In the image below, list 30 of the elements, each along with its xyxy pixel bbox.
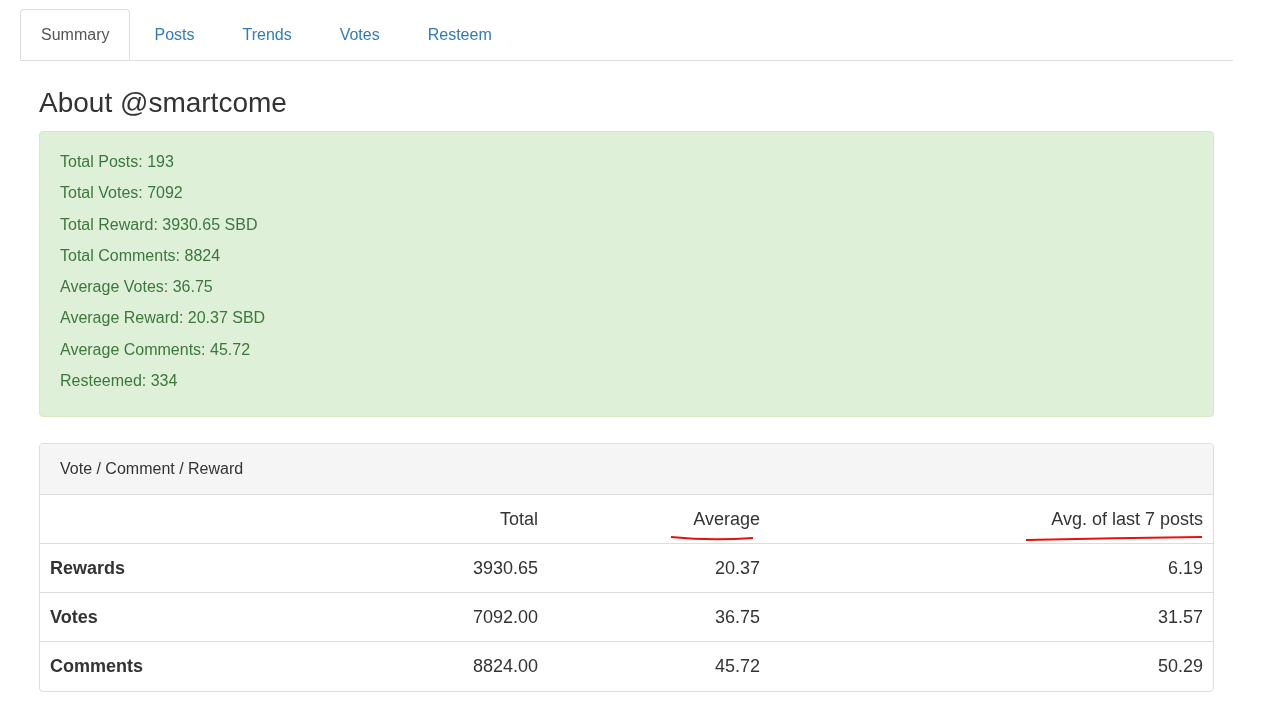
tab[interactable]: Posts bbox=[130, 9, 219, 60]
table-cell: 31.57 bbox=[1157, 606, 1203, 627]
tab[interactable]: Trends bbox=[218, 9, 316, 60]
column-header: Avg. of last 7 posts bbox=[1051, 505, 1203, 533]
table-cell: 7092.00 bbox=[472, 606, 538, 627]
page-heading: About @smartcome bbox=[39, 87, 288, 119]
stat-line: Total Posts: 193 bbox=[60, 152, 174, 172]
stat-line: Total Votes: 7092 bbox=[60, 183, 183, 204]
column-header: Average bbox=[693, 505, 760, 533]
row-label: Comments bbox=[50, 656, 143, 677]
tab[interactable]: Votes bbox=[315, 9, 404, 60]
row-label: Rewards bbox=[50, 557, 126, 578]
panel-title: Vote / Comment / Reward bbox=[60, 459, 244, 480]
tab[interactable]: Summary bbox=[20, 9, 131, 60]
stat-line: Total Reward: 3930.65 SBD bbox=[60, 214, 258, 235]
stat-line: Average Votes: 36.75 bbox=[60, 277, 213, 298]
stat-line: Resteemed: 334 bbox=[60, 371, 178, 392]
stat-line: Average Comments: 45.72 bbox=[60, 339, 251, 360]
table-cell: 50.29 bbox=[1157, 656, 1203, 677]
tab[interactable]: Resteem bbox=[403, 9, 516, 60]
table-cell: 45.72 bbox=[714, 656, 760, 677]
table-cell: 20.37 bbox=[714, 557, 760, 578]
stat-line: Average Reward: 20.37 SBD bbox=[60, 308, 266, 329]
table-cell: 3930.65 bbox=[472, 557, 538, 578]
table-cell: 36.75 bbox=[714, 606, 760, 627]
column-header: Total bbox=[499, 507, 538, 531]
row-label: Votes bbox=[50, 606, 98, 627]
table-cell: 6.19 bbox=[1167, 557, 1203, 578]
stat-line: Total Comments: 8824 bbox=[60, 245, 221, 266]
table-cell: 8824.00 bbox=[472, 656, 538, 677]
